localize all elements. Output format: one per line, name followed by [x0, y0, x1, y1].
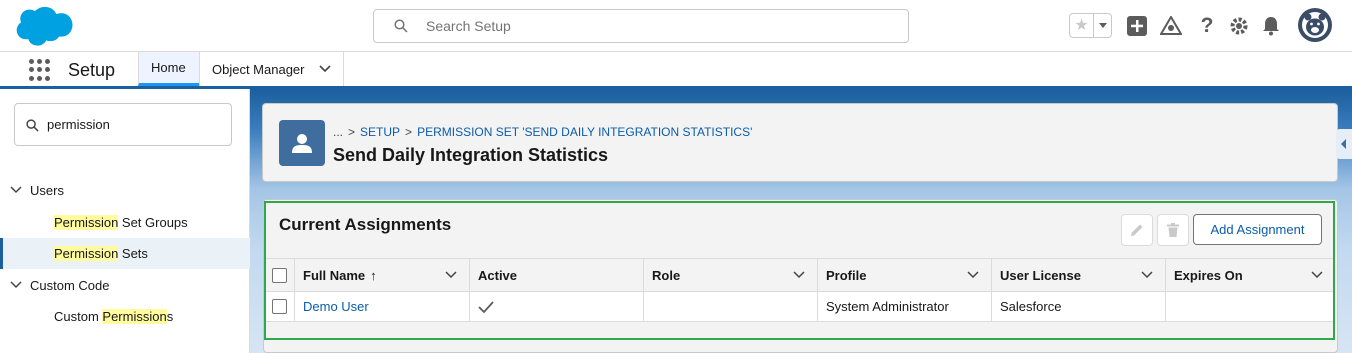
search-icon — [26, 119, 39, 132]
column-header-active[interactable]: Active — [469, 259, 643, 291]
column-header-role[interactable]: Role — [643, 259, 817, 291]
search-setup-box[interactable] — [373, 9, 909, 43]
notifications-button[interactable] — [1260, 15, 1282, 37]
quick-find-box[interactable] — [14, 103, 232, 146]
sidebar-item-permission-set-groups[interactable]: Permission Set Groups — [0, 207, 250, 238]
active-cell — [469, 292, 643, 321]
panel-collapse-handle[interactable] — [1336, 129, 1352, 159]
checkmark-icon — [478, 300, 494, 313]
chevron-down-icon[interactable] — [967, 271, 979, 279]
star-icon: ★ — [1074, 16, 1089, 34]
chevron-down-icon[interactable] — [445, 271, 457, 279]
sort-ascending-icon: ↑ — [370, 267, 377, 283]
table-header: Full Name ↑ Active Role Profile User Lic… — [266, 258, 1335, 292]
breadcrumb-overflow[interactable]: ... — [333, 125, 343, 139]
search-match-highlight: Permission — [54, 246, 119, 261]
global-actions-button[interactable] — [1126, 15, 1148, 37]
main-content: ... > SETUP > PERMISSION SET 'SEND DAILY… — [250, 89, 1352, 353]
tree-group-custom-code[interactable]: Custom Code — [0, 270, 250, 300]
setup-button[interactable] — [1228, 15, 1250, 37]
setup-sidebar: Users Permission Set Groups Permission S… — [0, 89, 250, 353]
salesforce-cloud-logo[interactable] — [14, 6, 74, 48]
page-header: ... > SETUP > PERMISSION SET 'SEND DAILY… — [262, 103, 1338, 182]
column-header-full-name[interactable]: Full Name ↑ — [294, 259, 469, 291]
edit-assignment-button[interactable] — [1121, 214, 1153, 246]
user-license-cell: Salesforce — [991, 292, 1165, 321]
profile-cell: System Administrator — [817, 292, 991, 321]
column-label: Role — [652, 267, 681, 283]
tree-group-label: Users — [30, 182, 64, 198]
help-button[interactable]: ? — [1196, 14, 1218, 37]
app-launcher-button[interactable] — [29, 59, 51, 81]
add-assignment-button[interactable]: Add Assignment — [1193, 214, 1322, 245]
role-cell — [643, 292, 817, 321]
tab-label: Home — [151, 60, 186, 75]
column-header-profile[interactable]: Profile — [817, 259, 991, 291]
column-header-user-license[interactable]: User License — [991, 259, 1165, 291]
permission-set-icon — [279, 120, 325, 166]
delete-assignment-button[interactable] — [1157, 214, 1189, 246]
row-select-cell — [266, 292, 294, 321]
column-label: User License — [1000, 267, 1081, 283]
plus-icon — [1127, 16, 1147, 36]
search-match-highlight: Permission — [54, 215, 119, 230]
column-label: Active — [478, 267, 518, 283]
chevron-down-icon[interactable] — [318, 65, 331, 73]
trailhead-icon — [1160, 16, 1182, 35]
quick-find-input[interactable] — [47, 104, 227, 145]
tree-group-label: Custom Code — [30, 277, 110, 293]
column-label: Profile — [826, 267, 867, 283]
select-all-cell — [266, 259, 294, 291]
column-label: Full Name — [303, 267, 366, 283]
full-name-cell: Demo User — [294, 292, 469, 321]
card-title: Current Assignments — [279, 215, 452, 234]
tab-label: Object Manager — [212, 61, 305, 77]
column-label: Expires On — [1174, 267, 1243, 283]
current-assignments-card: Current Assignments Add Assignment Full … — [263, 199, 1338, 353]
favorites-list-button[interactable] — [1094, 14, 1111, 37]
gear-icon — [1230, 17, 1248, 35]
page-title: Send Daily Integration Statistics — [333, 145, 609, 165]
chevron-down-icon — [1098, 22, 1107, 28]
breadcrumb-link-setup[interactable]: SETUP — [360, 125, 400, 139]
chevron-down-icon[interactable] — [1141, 271, 1153, 279]
select-all-checkbox[interactable] — [272, 267, 287, 283]
sidebar-item-label: Sets — [118, 246, 148, 261]
chevron-down-icon[interactable] — [1311, 271, 1323, 279]
app-name: Setup — [68, 60, 116, 80]
chevron-left-icon — [1341, 139, 1346, 149]
table-row: Demo User System Administrator Salesforc… — [266, 292, 1335, 322]
search-match-highlight: Permission — [102, 309, 167, 324]
pencil-icon — [1131, 224, 1143, 236]
bell-icon — [1263, 17, 1279, 36]
sidebar-item-label: s — [166, 309, 174, 324]
trailhead-button[interactable] — [1160, 15, 1182, 37]
chevron-down-icon — [10, 281, 22, 289]
chevron-down-icon[interactable] — [793, 271, 805, 279]
sidebar-item-custom-permissions[interactable]: Custom Permission s — [0, 301, 250, 332]
favorite-button[interactable]: ★ — [1070, 14, 1094, 37]
avatar[interactable] — [1298, 8, 1332, 42]
breadcrumb-link-permission-set[interactable]: PERMISSION SET 'SEND DAILY INTEGRATION S… — [417, 125, 752, 139]
search-setup-input[interactable] — [426, 10, 896, 42]
user-avatar-icon — [1302, 12, 1328, 38]
tab-home[interactable]: Home — [138, 52, 199, 86]
column-header-expires-on[interactable]: Expires On — [1165, 259, 1335, 291]
context-bar: Setup Home Object Manager — [0, 52, 1352, 89]
tab-object-manager[interactable]: Object Manager — [199, 52, 344, 86]
expires-on-cell — [1165, 292, 1335, 321]
row-checkbox[interactable] — [272, 299, 287, 314]
sidebar-item-permission-sets[interactable]: Permission Sets — [0, 238, 250, 269]
help-icon: ? — [1200, 14, 1214, 37]
favorites-group: ★ — [1069, 13, 1112, 38]
trash-icon — [1167, 223, 1179, 237]
tree-group-users[interactable]: Users — [0, 175, 250, 205]
sidebar-item-label: Set Groups — [118, 215, 188, 230]
user-link[interactable]: Demo User — [303, 299, 369, 314]
global-header: ★ ? — [0, 0, 1352, 52]
chevron-down-icon — [10, 186, 22, 194]
sidebar-item-label: Custom — [54, 309, 103, 324]
breadcrumb: ... > SETUP > PERMISSION SET 'SEND DAILY… — [333, 125, 753, 139]
search-icon — [394, 19, 408, 33]
